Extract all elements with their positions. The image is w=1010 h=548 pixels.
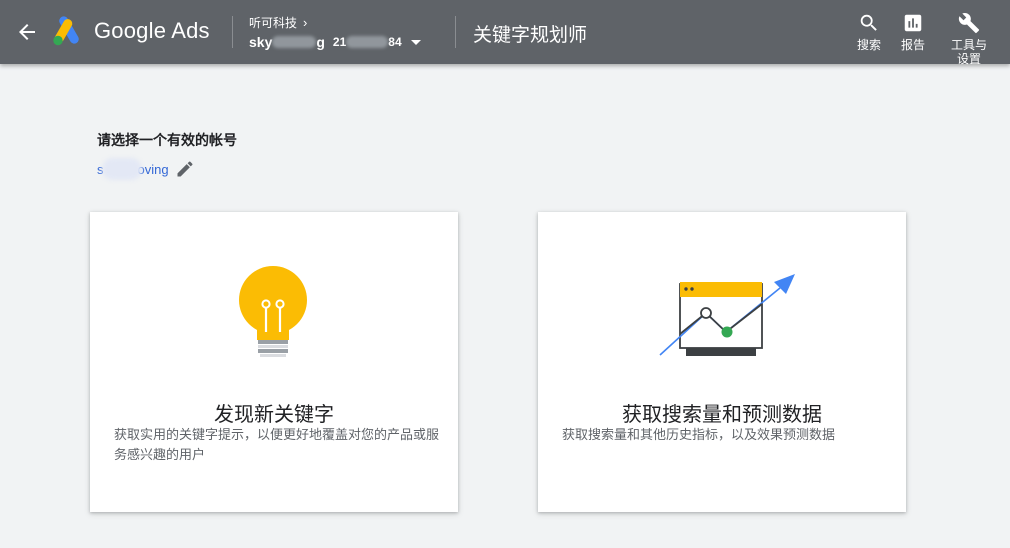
search-label: 搜索 [856,38,881,52]
selected-account-link[interactable]: s oving [97,158,195,180]
reports-label: 报告 [900,38,925,52]
account-parent-label: 听可科技 [249,16,298,30]
top-app-bar: Google Ads 听可科技 › sky g 21 84 关键字规划师 搜索 … [0,0,1010,66]
search-volume-forecast-card[interactable]: 获取搜索量和预测数据 获取搜索量和其他历史指标，以及效果预测数据 [538,212,906,512]
trend-chart-icon [659,274,795,356]
reports-button[interactable]: 报告 [893,12,933,52]
chevron-right-icon: › [303,15,308,30]
account-name-redacted [272,36,317,48]
card-title: 发现新关键字 [214,404,334,426]
account-name-end: g [316,34,325,50]
account-name-start: sky [249,34,273,50]
header-divider [455,16,456,48]
card-title: 获取搜索量和预测数据 [622,404,822,426]
edit-pencil-icon[interactable] [175,159,195,179]
dropdown-caret-icon[interactable] [410,39,421,45]
header-divider [232,16,233,48]
account-parent-link[interactable]: 听可科技 › [249,14,421,31]
lightbulb-icon [239,266,307,357]
reports-icon [904,14,922,32]
tools-settings-button[interactable]: 工具与设置 [949,12,989,66]
tools-settings-label: 工具与设置 [950,38,987,66]
search-button[interactable]: 搜索 [849,12,889,52]
account-id-end: 84 [388,35,402,49]
account-switcher[interactable]: 听可科技 › sky g 21 84 [249,14,421,50]
choose-account-heading: 请选择一个有效的帐号 [97,132,237,148]
product-name: Google Ads [94,18,210,43]
google-ads-logo-icon [53,16,79,46]
selected-account-redacted [101,158,142,180]
account-id-start: 21 [332,35,347,49]
search-icon [860,14,877,31]
back-arrow-icon[interactable] [15,20,39,44]
discover-keywords-card[interactable]: 发现新关键字 获取实用的关键字提示，以便更好地覆盖对您的产品或服务感兴趣的用户 [90,212,458,512]
page-title: 关键字规划师 [473,25,588,46]
account-id-redacted [346,36,389,48]
wrench-icon [958,13,980,34]
selected-account-end: oving [137,161,169,177]
card-description: 获取实用的关键字提示，以便更好地覆盖对您的产品或服务感兴趣的用户 [114,427,440,462]
card-description: 获取搜索量和其他历史指标，以及效果预测数据 [562,427,836,442]
